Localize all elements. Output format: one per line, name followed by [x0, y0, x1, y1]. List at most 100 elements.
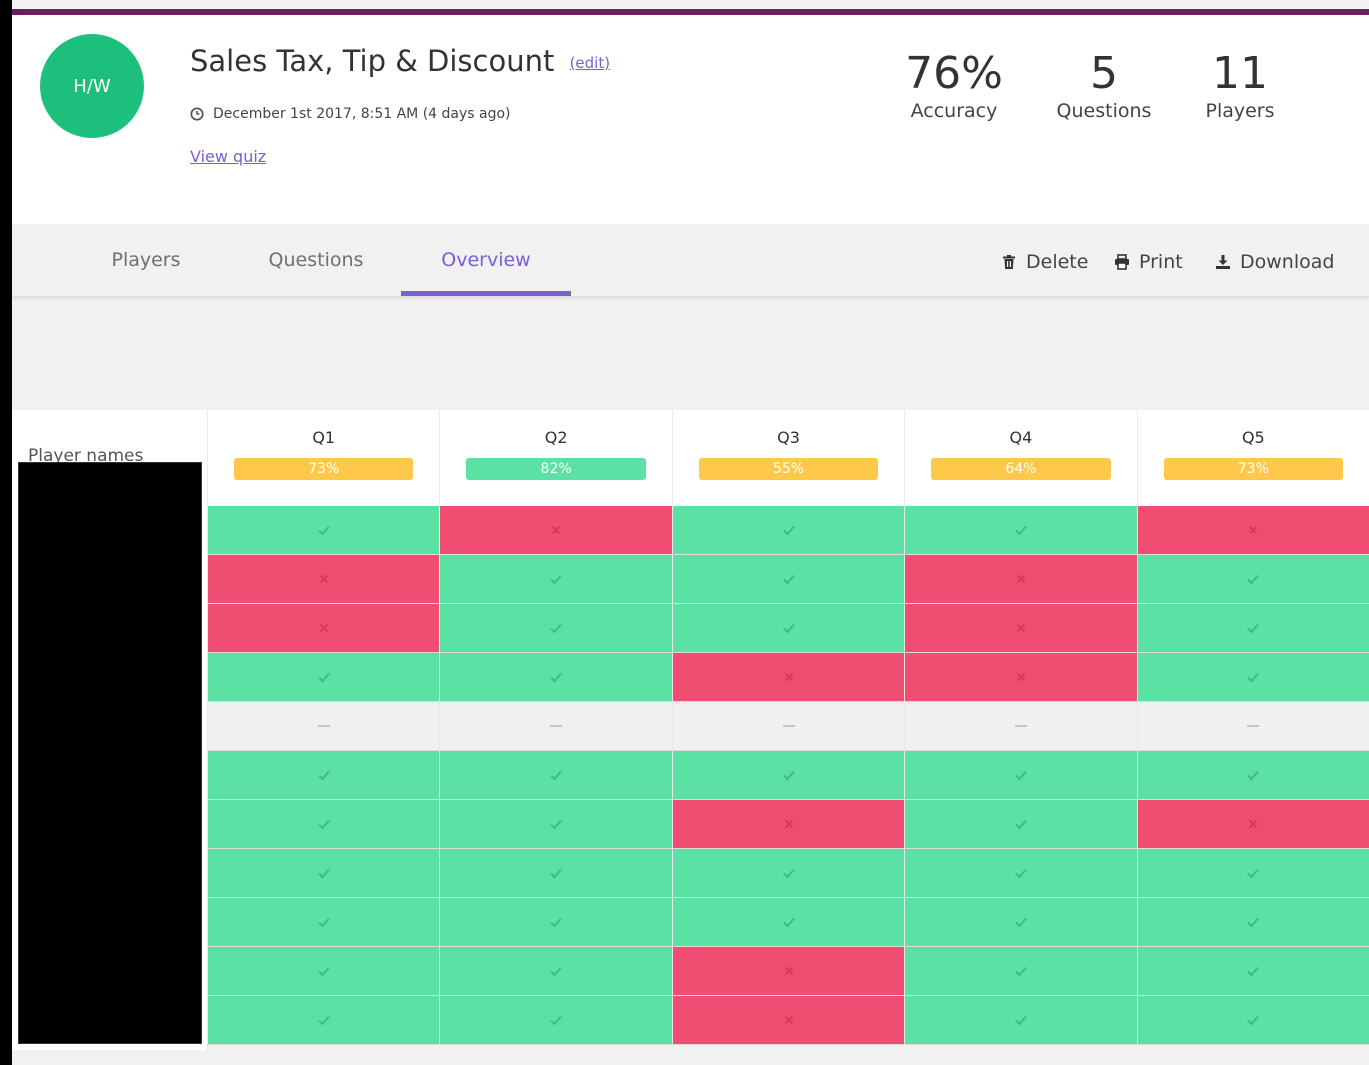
result-cell-wrong[interactable]	[904, 604, 1137, 652]
result-cell-none[interactable]	[671, 702, 905, 750]
question-label: Q3	[777, 428, 800, 447]
result-cell-correct[interactable]	[1136, 653, 1369, 701]
result-cell-correct[interactable]	[207, 849, 440, 897]
check-icon	[1247, 623, 1260, 634]
result-cell-correct[interactable]	[207, 898, 440, 946]
quiz-date: December 1st 2017, 8:51 AM (4 days ago)	[213, 106, 511, 122]
tab-questions[interactable]: Questions	[246, 224, 386, 296]
tab-players[interactable]: Players	[76, 224, 216, 296]
check-icon	[550, 966, 562, 977]
result-cell-none[interactable]	[439, 702, 672, 750]
result-cell-correct[interactable]	[439, 604, 672, 652]
result-cell-correct[interactable]	[439, 898, 672, 946]
question-label: Q4	[1009, 428, 1033, 447]
result-cell-correct[interactable]	[207, 800, 440, 848]
result-cell-correct[interactable]	[904, 947, 1137, 995]
result-cell-correct[interactable]	[439, 947, 672, 995]
check-icon	[1015, 819, 1027, 830]
view-quiz-link[interactable]: View quiz	[190, 147, 266, 166]
result-cell-correct[interactable]	[207, 751, 440, 799]
check-icon	[317, 770, 330, 781]
result-cell-correct[interactable]	[904, 898, 1137, 946]
result-cell-correct[interactable]	[439, 555, 672, 603]
print-button[interactable]: Print	[1114, 224, 1183, 300]
result-cell-correct[interactable]	[1136, 947, 1369, 995]
check-icon	[550, 917, 562, 928]
download-icon	[1216, 255, 1230, 269]
result-cell-correct[interactable]	[207, 996, 440, 1044]
result-cell-correct[interactable]	[671, 506, 905, 554]
quiz-date-row: December 1st 2017, 8:51 AM (4 days ago)	[190, 106, 511, 122]
result-cell-wrong[interactable]	[207, 555, 440, 603]
result-cell-correct[interactable]	[904, 751, 1137, 799]
player-result-row	[207, 947, 1369, 996]
result-cell-wrong[interactable]	[671, 947, 905, 995]
result-cell-wrong[interactable]	[671, 653, 905, 701]
cross-icon	[1016, 574, 1026, 584]
result-cell-correct[interactable]	[1136, 751, 1369, 799]
question-header-q1[interactable]: Q1 73%	[207, 410, 439, 506]
result-cell-correct[interactable]	[1136, 555, 1369, 603]
question-accuracy-badge: 73%	[234, 458, 414, 480]
result-cell-wrong[interactable]	[904, 653, 1137, 701]
check-icon	[1015, 770, 1027, 781]
question-label: Q5	[1241, 428, 1265, 447]
result-cell-correct[interactable]	[439, 996, 672, 1044]
result-cell-correct[interactable]	[904, 849, 1137, 897]
player-result-row	[207, 996, 1369, 1045]
result-cell-correct[interactable]	[439, 751, 672, 799]
result-cell-correct[interactable]	[1136, 898, 1369, 946]
result-cell-correct[interactable]	[671, 604, 905, 652]
result-cell-wrong[interactable]	[904, 555, 1137, 603]
quiz-title: Sales Tax, Tip & Discount	[190, 44, 555, 78]
result-cell-wrong[interactable]	[671, 996, 905, 1044]
question-header-q3[interactable]: Q3 55%	[671, 410, 904, 506]
result-cell-correct[interactable]	[904, 996, 1137, 1044]
question-accuracy-badge: 64%	[931, 458, 1111, 480]
download-button[interactable]: Download	[1215, 224, 1334, 300]
result-cell-correct[interactable]	[904, 506, 1137, 554]
result-cell-correct[interactable]	[1136, 604, 1369, 652]
edit-link[interactable]: (edit)	[570, 54, 611, 72]
check-icon	[317, 917, 330, 928]
result-cell-wrong[interactable]	[1136, 800, 1369, 848]
cross-icon	[551, 525, 561, 535]
check-icon	[782, 525, 795, 536]
question-header-q4[interactable]: Q4 64%	[904, 410, 1136, 506]
result-cell-correct[interactable]	[671, 898, 905, 946]
accuracy-value: 76%	[905, 48, 1003, 99]
result-cell-correct[interactable]	[439, 800, 672, 848]
question-header-q2[interactable]: Q2 82%	[439, 410, 671, 506]
result-cell-correct[interactable]	[207, 506, 440, 554]
result-cell-correct[interactable]	[671, 751, 905, 799]
result-cell-correct[interactable]	[439, 653, 672, 701]
result-cell-correct[interactable]	[671, 849, 905, 897]
check-icon	[1247, 868, 1260, 879]
player-result-row	[207, 800, 1369, 849]
tab-overview[interactable]: Overview	[401, 224, 571, 296]
player-result-row	[207, 604, 1369, 653]
result-cell-none[interactable]	[1136, 702, 1369, 750]
accuracy-stat: 76% Accuracy	[904, 48, 1004, 122]
result-cell-wrong[interactable]	[207, 604, 440, 652]
check-icon	[317, 672, 330, 683]
delete-button[interactable]: Delete	[1001, 224, 1088, 300]
cross-icon	[1016, 672, 1026, 682]
result-cell-wrong[interactable]	[439, 506, 672, 554]
result-cell-correct[interactable]	[904, 800, 1137, 848]
result-cell-correct[interactable]	[207, 947, 440, 995]
question-header-q5[interactable]: Q5 73%	[1136, 410, 1369, 506]
result-cell-correct[interactable]	[207, 653, 440, 701]
players-label: Players	[1205, 100, 1275, 123]
result-cell-wrong[interactable]	[1136, 506, 1369, 554]
result-cell-none[interactable]	[207, 702, 440, 750]
result-cell-correct[interactable]	[439, 849, 672, 897]
players-stat: 11 Players	[1195, 49, 1285, 123]
result-cell-correct[interactable]	[671, 555, 905, 603]
dash-icon	[317, 725, 330, 727]
questions-header: Q1 73% Q2 82% Q3 55% Q4 64% Q5 73%	[207, 410, 1369, 506]
result-cell-wrong[interactable]	[671, 800, 905, 848]
result-cell-correct[interactable]	[1136, 996, 1369, 1044]
result-cell-none[interactable]	[904, 702, 1137, 750]
result-cell-correct[interactable]	[1136, 849, 1369, 897]
